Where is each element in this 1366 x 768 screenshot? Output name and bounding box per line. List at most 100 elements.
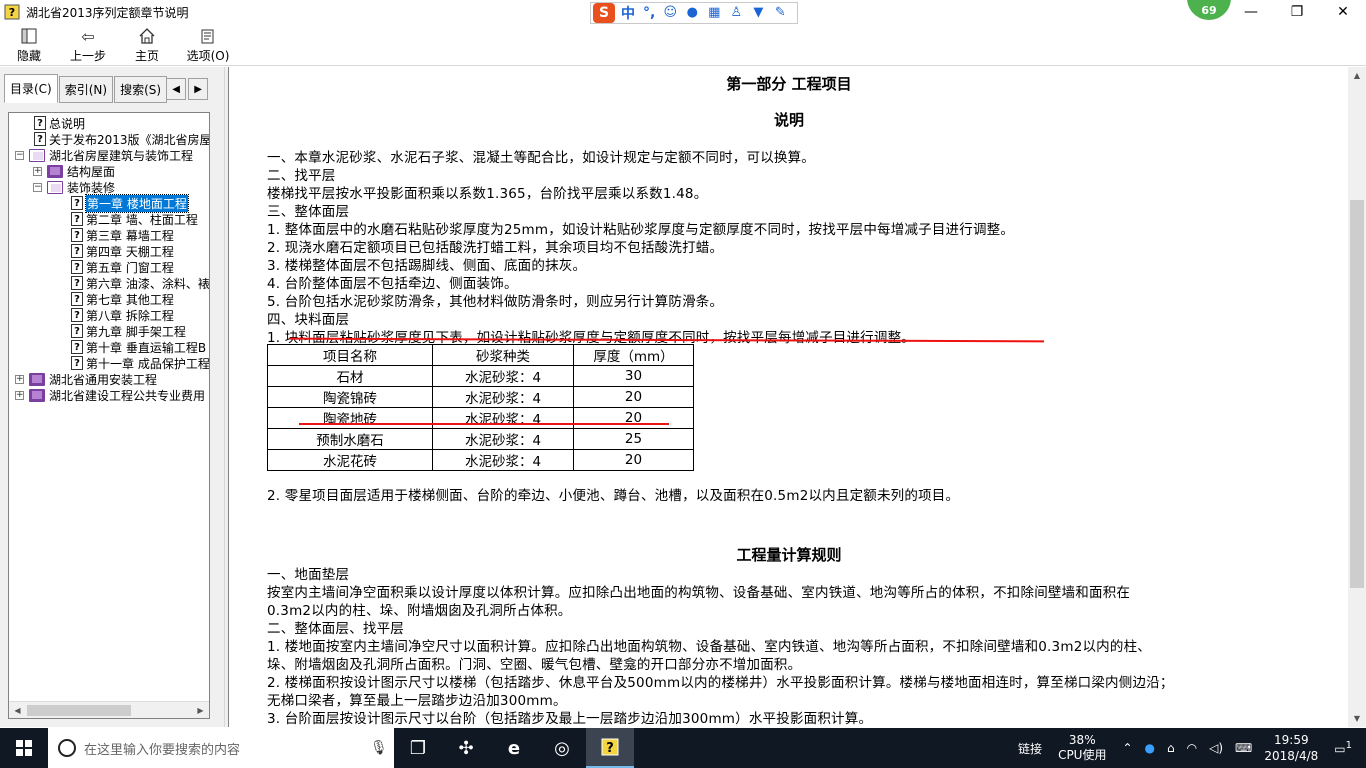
shirt-icon[interactable]: ▼ — [751, 6, 765, 20]
tree-item[interactable]: ? 第八章 拆除工程 — [71, 307, 174, 323]
keyboard-icon[interactable]: ⌨ — [1235, 741, 1252, 755]
edge-browser-icon[interactable]: e — [490, 728, 538, 768]
table-cell: 陶瓷地砖 — [267, 407, 433, 429]
document-content: 第一部分 工程项目 说明 一、本章水泥砂浆、水泥石子浆、混凝土等配合比，如设计规… — [228, 67, 1348, 727]
skin-icon[interactable]: ♙ — [729, 6, 743, 20]
fan-app-icon[interactable]: ✣ — [442, 728, 490, 768]
contents-tree[interactable]: ? 总说明 ? 关于发布2013版《湖北省房屋 − 湖北省房屋建筑与装饰工程 + 结构屋… — [8, 112, 210, 719]
link-label[interactable]: 链接 — [1018, 740, 1042, 757]
expand-icon[interactable]: + — [15, 374, 24, 384]
topic-icon: ? — [71, 212, 83, 226]
collapse-icon[interactable]: − — [15, 150, 24, 160]
text-line: 0.3m2以内的柱、垛、附墙烟囱及孔洞所占体积。 — [267, 603, 572, 619]
wifi-icon[interactable]: ◠ — [1187, 741, 1197, 755]
horizontal-scrollbar[interactable]: ◀ ▶ — [9, 701, 209, 718]
topic-icon: ? — [71, 244, 83, 258]
scroll-left-icon[interactable]: ◀ — [9, 702, 26, 719]
task-view-icon[interactable]: ❐ — [394, 728, 442, 768]
table-cell: 水泥花砖 — [267, 449, 433, 471]
text-line: 2. 楼梯面积按设计图示尺寸以楼梯（包括踏步、休息平台及500mm以内的楼梯井）… — [267, 675, 1174, 691]
tree-item[interactable]: ? 第十一章 成品保护工程 — [71, 355, 209, 371]
close-button[interactable]: ✕ — [1320, 0, 1366, 24]
table-row: 陶瓷地砖 水泥砂浆：4 20 — [267, 407, 694, 429]
network-icon[interactable]: ⌂ — [1167, 741, 1175, 755]
ime-toolbar[interactable]: S 中 °, ☺ ● ▦ ♙ ▼ ✎ — [590, 2, 798, 24]
tab-index[interactable]: 索引(N) — [58, 76, 114, 103]
tree-item[interactable]: − 装饰装修 — [33, 179, 115, 195]
tab-search[interactable]: 搜索(S) — [114, 76, 168, 103]
book-icon — [29, 372, 45, 386]
maximize-button[interactable]: ❐ — [1274, 0, 1320, 24]
tree-item[interactable]: ? 关于发布2013版《湖北省房屋 — [34, 131, 209, 147]
table-header-row: 项目名称 砂浆种类 厚度（mm） — [267, 344, 694, 366]
notification-icon[interactable]: ▭1 — [1334, 740, 1352, 756]
back-label: 上一步 — [69, 49, 106, 63]
sogou-logo-icon[interactable]: S — [593, 3, 615, 23]
hide-button[interactable]: 隐藏 — [0, 24, 58, 65]
scroll-down-icon[interactable]: ▼ — [1348, 710, 1366, 727]
cloud-icon[interactable]: ● — [1145, 741, 1155, 755]
microphone-icon[interactable]: ● — [685, 6, 699, 20]
wrench-icon[interactable]: ✎ — [773, 6, 787, 20]
table-cell: 30 — [573, 365, 694, 387]
expand-icon[interactable]: + — [33, 166, 42, 176]
microphone-icon[interactable]: 🎙 — [370, 740, 394, 756]
cpu-usage[interactable]: 38% CPU使用 — [1058, 733, 1106, 763]
topic-icon: ? — [71, 340, 83, 354]
text-line: 3. 台阶面层按设计图示尺寸以台阶（包括踏步及最上一层踏步边沿加300mm）水平… — [267, 711, 873, 727]
ime-punct-toggle[interactable]: °, — [643, 5, 655, 21]
home-label: 主页 — [134, 49, 159, 63]
tree-item[interactable]: + 结构屋面 — [33, 163, 115, 179]
taskbar-search[interactable]: 在这里输入你要搜索的内容 🎙 — [48, 728, 394, 768]
text-line: 5. 台阶包括水泥砂浆防滑条，其他材料做防滑条时，则应另行计算防滑条。 — [267, 294, 724, 310]
ime-mode-toggle[interactable]: 中 — [621, 3, 635, 23]
scroll-thumb[interactable] — [1350, 200, 1364, 588]
clock[interactable]: 19:59 2018/4/8 — [1264, 732, 1318, 764]
keyboard-icon[interactable]: ▦ — [707, 6, 721, 20]
tab-scroll-right-icon[interactable]: ▶ — [188, 78, 209, 100]
home-button[interactable]: 主页 — [118, 24, 176, 65]
navigation-pane: 目录(C) 索引(N) 搜索(S) ◀ ▶ ? 总说明 ? 关于发布2013版《湖北… — [0, 67, 224, 727]
tree-item[interactable]: ? 第三章 幕墙工程 — [71, 227, 174, 243]
tab-scroll-left-icon[interactable]: ◀ — [166, 78, 187, 100]
scroll-right-icon[interactable]: ▶ — [192, 702, 209, 719]
volume-icon[interactable]: ◁) — [1209, 741, 1223, 755]
back-button[interactable]: ⇦ 上一步 — [58, 24, 118, 65]
minimize-button[interactable]: — — [1228, 0, 1274, 24]
tree-item[interactable]: ? 第五章 门窗工程 — [71, 259, 174, 275]
tree-item[interactable]: − 湖北省房屋建筑与装饰工程 — [15, 147, 193, 163]
tree-item[interactable]: ? 第十章 垂直运输工程B — [71, 339, 206, 355]
tree-item-selected[interactable]: ? 第一章 楼地面工程 — [71, 193, 189, 213]
tree-item[interactable]: ? 第二章 墙、柱面工程 — [71, 211, 198, 227]
start-button[interactable] — [0, 728, 48, 768]
expand-icon[interactable]: + — [15, 390, 24, 400]
emoji-icon[interactable]: ☺ — [663, 6, 678, 20]
windows-logo-icon — [16, 740, 32, 756]
table-row: 石材 水泥砂浆：4 30 — [267, 365, 694, 387]
help-viewer-taskbar-icon[interactable]: ? — [586, 728, 634, 768]
tree-item[interactable]: + 湖北省通用安装工程 — [15, 371, 157, 387]
collapse-icon[interactable]: − — [33, 182, 42, 192]
tab-contents[interactable]: 目录(C) — [4, 74, 58, 103]
options-button[interactable]: 选项(O) — [176, 24, 240, 65]
chevron-up-icon[interactable]: ⌃ — [1122, 741, 1132, 755]
tree-item[interactable]: ? 第六章 油漆、涂料、裱 — [71, 275, 209, 291]
text-line: 2. 现浇水磨石定额项目已包括酸洗打蜡工料，其余项目均不包括酸洗打蜡。 — [267, 240, 724, 256]
toolbar: 隐藏 ⇦ 上一步 主页 选项(O) — [0, 24, 1366, 66]
tree-item[interactable]: + 湖北省建设工程公共专业费用 — [15, 387, 205, 403]
tree-item[interactable]: ? 第九章 脚手架工程 — [71, 323, 186, 339]
scroll-up-icon[interactable]: ▲ — [1348, 67, 1366, 84]
table-cell: 水泥砂浆：4 — [432, 428, 574, 450]
topic-icon: ? — [71, 308, 83, 322]
table-cell: 水泥砂浆：4 — [432, 407, 574, 429]
tree-item[interactable]: ? 第七章 其他工程 — [71, 291, 174, 307]
vertical-scrollbar[interactable]: ▲ ▼ — [1348, 67, 1366, 727]
clock-date: 2018/4/8 — [1264, 749, 1319, 763]
tree-item[interactable]: ? 第四章 天棚工程 — [71, 243, 174, 259]
text-line: 四、块料面层 — [267, 312, 350, 328]
chrome-like-app-icon[interactable]: ◎ — [538, 728, 586, 768]
scroll-thumb[interactable] — [27, 704, 131, 716]
text-line: 3. 楼梯整体面层不包括踢脚线、侧面、底面的抹灰。 — [267, 258, 587, 274]
tree-item[interactable]: ? 总说明 — [34, 115, 85, 131]
table-cell: 25 — [573, 428, 694, 450]
